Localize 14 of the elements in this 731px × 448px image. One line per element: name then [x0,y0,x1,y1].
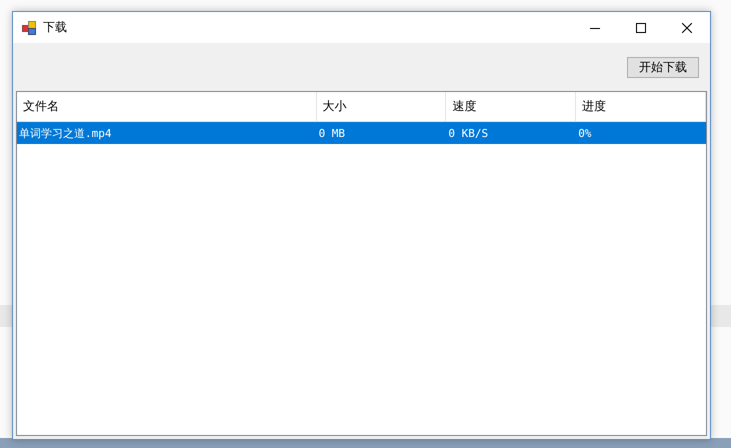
list-cell-text: 单词学习之道.mp4 [18,126,112,142]
maximize-icon [636,22,646,32]
column-header[interactable]: 文件名 [17,92,317,121]
list-row[interactable]: 单词学习之道.mp4 0 MB 0 KB/S 0% [17,122,706,144]
column-header[interactable]: 大小 [316,92,446,121]
list-cell-text: 0% [577,126,592,142]
window-title: 下载 [43,19,67,36]
list-cell-text: 0 MB [318,126,346,142]
column-header[interactable]: 速度 [446,92,576,121]
start-download-button[interactable]: 开始下载 [627,56,699,78]
close-icon [682,22,692,32]
list-cell-text: 0 KB/S [447,126,490,142]
column-header[interactable]: 进度 [576,92,706,121]
app-icon [22,20,36,34]
